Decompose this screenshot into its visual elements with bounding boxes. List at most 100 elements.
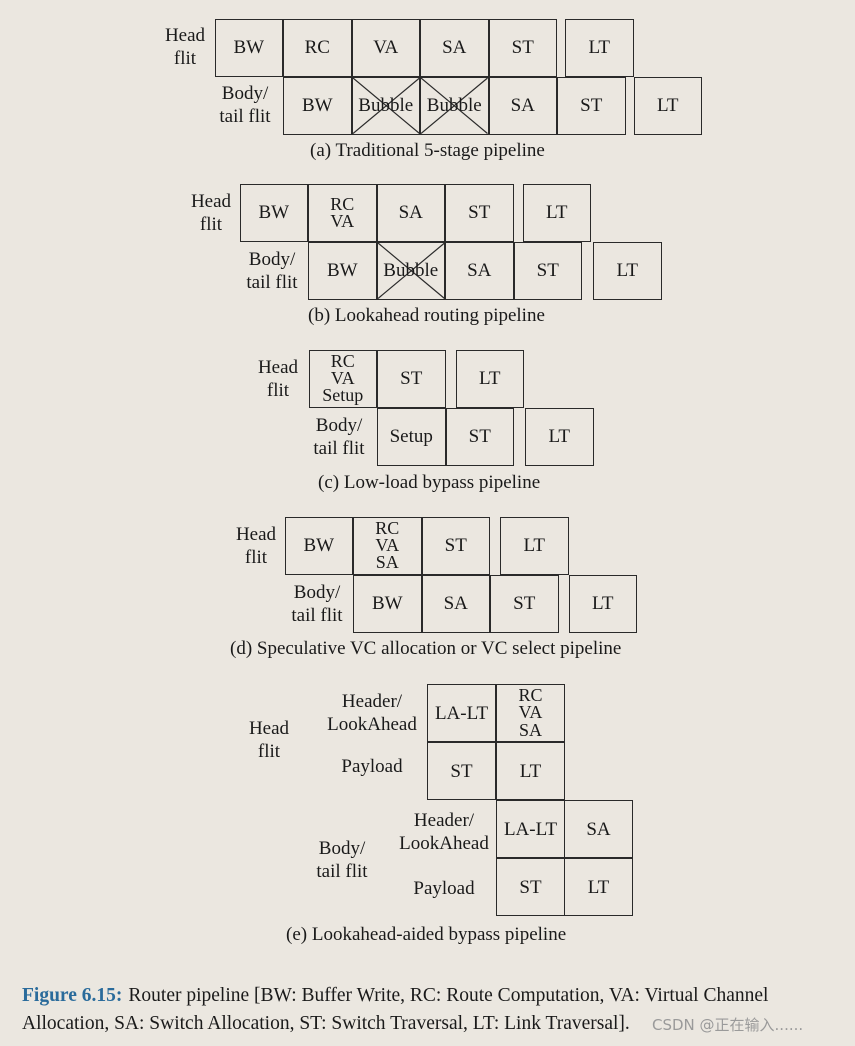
row-label-line: Body/ — [248, 249, 296, 270]
body-stage-bw: BW — [308, 242, 377, 300]
head-stage-lt: LT — [500, 517, 569, 575]
body-stage-st: ST — [490, 575, 559, 633]
head-stage-sa: SA — [420, 19, 489, 77]
head-flit-label: Head flit — [242, 717, 296, 763]
head-stage-st: ST — [377, 350, 446, 408]
head-stage-rc-va-sa: RC VA SA — [353, 517, 422, 575]
row-label-line: flit — [244, 547, 268, 568]
stage-label: LT — [592, 593, 614, 615]
head-stage-bw: BW — [214, 19, 283, 77]
row-label-line: LookAhead — [327, 714, 417, 735]
row-label-line: Body/ — [293, 582, 341, 603]
body-stage-sa: SA — [445, 242, 514, 300]
row-label-line: Head — [248, 718, 290, 739]
stage-label: ST — [444, 535, 467, 557]
stage-label: VA — [373, 37, 399, 59]
body-stage-st: ST — [513, 242, 582, 300]
panel-caption-e: (e) Lookahead-aided bypass pipeline — [286, 924, 567, 945]
head-stage-bw: BW — [239, 184, 308, 242]
body-header-lookahead-label: Header/LookAhead — [394, 809, 494, 855]
body-stage-st: ST — [445, 408, 514, 466]
row-label-line: LookAhead — [399, 833, 489, 854]
stage-label: BW — [371, 593, 403, 615]
body-stage-bubble: Bubble — [376, 242, 445, 300]
stage-label: Setup — [322, 385, 364, 406]
stage-label: ST — [468, 426, 491, 448]
stage-label: Bubble — [426, 95, 482, 117]
stage-label: Setup — [389, 426, 433, 448]
head-stage-rc: RC — [283, 19, 352, 77]
row-label-line: Body/ — [318, 838, 366, 859]
stage-label: Bubble — [358, 95, 414, 117]
stage-label: BW — [326, 260, 358, 282]
body-stage-bubble: Bubble — [351, 77, 420, 135]
stage-label: ST — [536, 260, 559, 282]
stage-label: ST — [519, 876, 542, 898]
head-header-stage-la-lt: LA-LT — [427, 684, 496, 742]
head-stage-lt: LT — [455, 350, 524, 408]
body-stage-lt: LT — [568, 575, 637, 633]
stage-label: SA — [586, 818, 611, 840]
stage-label: BW — [233, 37, 265, 59]
body-stage-lt: LT — [633, 77, 702, 135]
stage-label: LA-LT — [503, 818, 558, 840]
head-stage-lt: LT — [565, 19, 634, 77]
stage-label: LT — [479, 368, 501, 390]
body-stage-st: ST — [557, 77, 626, 135]
head-header-lookahead-label: Header/LookAhead — [322, 690, 422, 736]
panel-caption-c: (c) Low-load bypass pipeline — [318, 472, 541, 493]
head-header-stage-rc-va-sa: RC VA SA — [496, 684, 565, 742]
row-label-line: Body/ — [315, 415, 363, 436]
row-label-line: Payload — [341, 756, 403, 777]
body-stage-bw: BW — [283, 77, 352, 135]
head-stage-sa: SA — [376, 184, 445, 242]
body-stage-lt: LT — [593, 242, 662, 300]
stage-label: LA-LT — [434, 702, 489, 724]
body-tail-flit-label: Body/tail flit — [283, 581, 351, 627]
row-label-line: flit — [173, 48, 197, 69]
head-flit-label: Head flit — [158, 24, 212, 70]
head-payload-stage-lt: LT — [496, 742, 565, 800]
stage-label: Bubble — [383, 260, 439, 282]
stage-label: ST — [513, 593, 536, 615]
stage-label: LT — [587, 876, 610, 898]
panel-caption-d: (d) Speculative VC allocation or VC sele… — [230, 638, 622, 659]
panel-caption-b: (b) Lookahead routing pipeline — [308, 305, 545, 326]
head-stage-st: ST — [421, 517, 490, 575]
row-label-line: flit — [199, 214, 223, 235]
body-tail-flit-label: Body/tail flit — [312, 837, 372, 883]
stage-label: LT — [657, 95, 679, 117]
row-label-line: Head — [164, 25, 206, 46]
row-label-line: tail flit — [316, 861, 368, 882]
body-tail-flit-label: Body/tail flit — [212, 82, 278, 128]
stage-label: ST — [468, 202, 491, 224]
stage-label: SA — [375, 552, 399, 573]
row-label-line: flit — [257, 741, 281, 762]
stage-label: ST — [580, 95, 603, 117]
row-label-line: Head — [190, 191, 232, 212]
body-tail-flit-label: Body/tail flit — [238, 248, 306, 294]
stage-label: ST — [511, 37, 534, 59]
stage-label: SA — [443, 593, 468, 615]
head-flit-label: Head flit — [184, 190, 238, 236]
stage-label: ST — [400, 368, 423, 390]
stage-label: RC — [304, 37, 330, 59]
stage-label: SA — [467, 260, 492, 282]
stage-label: SA — [398, 202, 423, 224]
stage-label: ST — [450, 760, 473, 782]
body-payload-stage-st: ST — [496, 858, 565, 916]
body-stage-sa: SA — [488, 77, 557, 135]
row-label-line: Head — [235, 524, 277, 545]
stage-label: LT — [588, 37, 610, 59]
head-stage-st: ST — [445, 184, 514, 242]
stage-label: VA — [518, 702, 543, 723]
body-payload-stage-lt: LT — [564, 858, 633, 916]
row-label-line: tail flit — [313, 438, 365, 459]
row-label-line: Body/ — [221, 83, 269, 104]
stage-label: LT — [548, 426, 570, 448]
panel-caption-a: (a) Traditional 5-stage pipeline — [310, 140, 545, 161]
head-stage-bw: BW — [284, 517, 353, 575]
stage-label: BW — [301, 95, 333, 117]
stage-label: BW — [258, 202, 290, 224]
body-stage-sa: SA — [421, 575, 490, 633]
